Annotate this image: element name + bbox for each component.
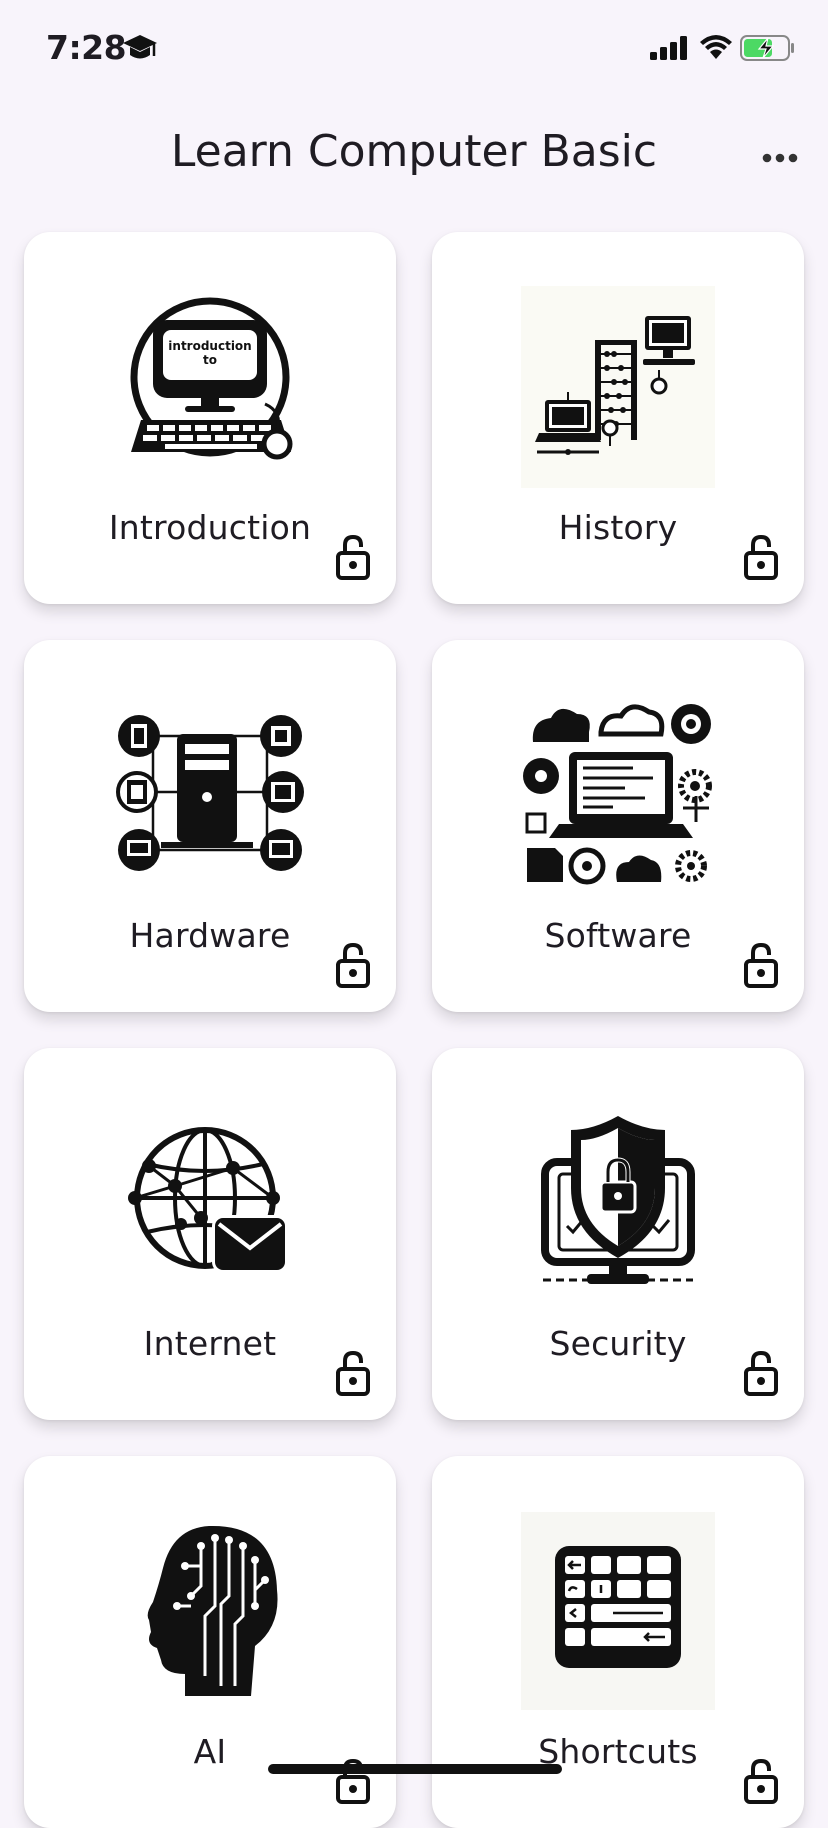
lock-icon: [336, 942, 370, 988]
hardware-components-icon: [116, 715, 304, 871]
internet-globe-mail-icon: [128, 1127, 288, 1273]
intro-screen-text-1: introduction: [168, 339, 251, 353]
lock-icon: [744, 1350, 778, 1396]
intro-screen-text-2: to: [203, 353, 217, 367]
topic-card-software[interactable]: Software: [432, 640, 804, 1012]
topic-card-history[interactable]: History: [432, 232, 804, 604]
lock-icon: [336, 534, 370, 580]
topic-grid: introduction to Introduction History Har…: [0, 0, 828, 1828]
lock-icon: [744, 534, 778, 580]
security-shield-lock-icon: [541, 1116, 695, 1284]
home-indicator[interactable]: [268, 1764, 562, 1774]
software-laptop-cloud-icon: [523, 704, 712, 885]
lock-icon: [744, 942, 778, 988]
lock-icon: [744, 1758, 778, 1804]
topic-card-introduction[interactable]: introduction to Introduction: [24, 232, 396, 604]
shortcuts-keyboard-icon: [521, 1512, 715, 1710]
ai-head-circuit-icon: [147, 1525, 278, 1696]
introduction-computer-icon: introduction to: [130, 297, 293, 460]
topic-card-security[interactable]: Security: [432, 1048, 804, 1420]
history-abacus-computers-icon: [521, 286, 715, 488]
topic-card-hardware[interactable]: Hardware: [24, 640, 396, 1012]
topic-card-internet[interactable]: Internet: [24, 1048, 396, 1420]
lock-icon: [336, 1350, 370, 1396]
